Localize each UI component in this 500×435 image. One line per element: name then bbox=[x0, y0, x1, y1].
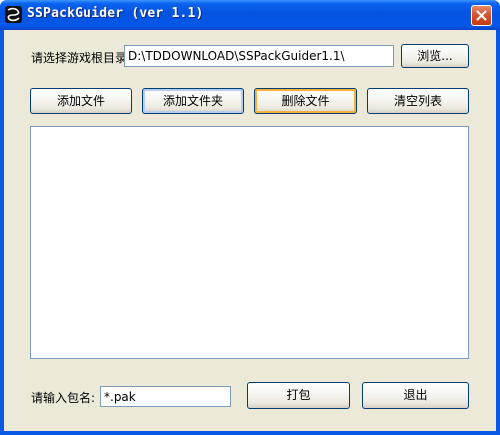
add-folder-button[interactable]: 添加文件夹 bbox=[142, 88, 244, 114]
window-title: SSPackGuider (ver 1.1) bbox=[27, 6, 204, 21]
delete-file-button[interactable]: 删除文件 bbox=[254, 88, 357, 114]
browse-button[interactable]: 浏览... bbox=[401, 44, 469, 68]
exit-button[interactable]: 退出 bbox=[362, 382, 469, 409]
file-list[interactable] bbox=[30, 126, 469, 359]
package-name-input[interactable]: *.pak bbox=[100, 386, 231, 407]
game-dir-input[interactable]: D:\TDDOWNLOAD\SSPackGuider1.1\ bbox=[124, 45, 394, 67]
clear-list-button[interactable]: 清空列表 bbox=[367, 88, 469, 114]
title-bar[interactable]: SSPackGuider (ver 1.1) bbox=[0, 0, 500, 30]
app-icon bbox=[5, 6, 22, 23]
game-dir-label: 请选择游戏根目录: bbox=[31, 51, 132, 65]
close-icon bbox=[476, 10, 487, 21]
add-file-button[interactable]: 添加文件 bbox=[30, 88, 132, 114]
close-button[interactable] bbox=[471, 5, 492, 26]
dialog-client-area: 请选择游戏根目录: D:\TDDOWNLOAD\SSPackGuider1.1\… bbox=[4, 30, 496, 431]
pack-button[interactable]: 打包 bbox=[247, 382, 350, 409]
package-name-label: 请输入包名: bbox=[31, 391, 96, 405]
app-window: SSPackGuider (ver 1.1) 请选择游戏根目录: D:\TDDO… bbox=[0, 0, 500, 435]
